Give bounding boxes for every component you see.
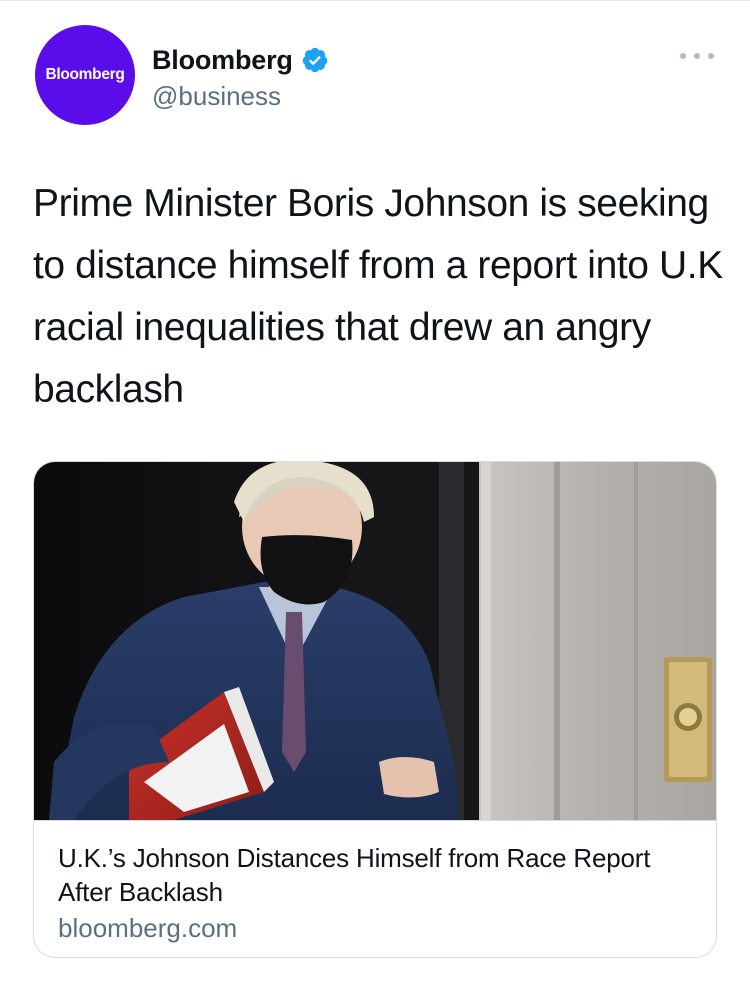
tweet-page: Bloomberg Bloomberg @business Prime Mini… — [0, 0, 750, 994]
avatar[interactable]: Bloomberg — [35, 25, 135, 125]
link-card-body[interactable]: U.K.’s Johnson Distances Himself from Ra… — [34, 820, 716, 957]
more-dot — [694, 53, 700, 59]
author-name-row[interactable]: Bloomberg — [152, 43, 329, 77]
display-name[interactable]: Bloomberg — [152, 45, 293, 76]
article-photo[interactable] — [34, 462, 717, 820]
author-handle[interactable]: @business — [152, 81, 281, 112]
more-dot — [680, 53, 686, 59]
link-card-domain: bloomberg.com — [58, 913, 238, 943]
avatar-logo-text: Bloomberg — [45, 66, 125, 83]
verified-badge-icon — [302, 47, 327, 73]
more-dot — [708, 53, 714, 59]
link-card[interactable]: U.K.’s Johnson Distances Himself from Ra… — [33, 461, 717, 958]
tweet-text: Prime Minister Boris Johnson is seeking … — [33, 182, 723, 411]
more-options-icon[interactable] — [680, 49, 714, 63]
link-card-title[interactable]: U.K.’s Johnson Distances Himself from Ra… — [58, 841, 694, 909]
